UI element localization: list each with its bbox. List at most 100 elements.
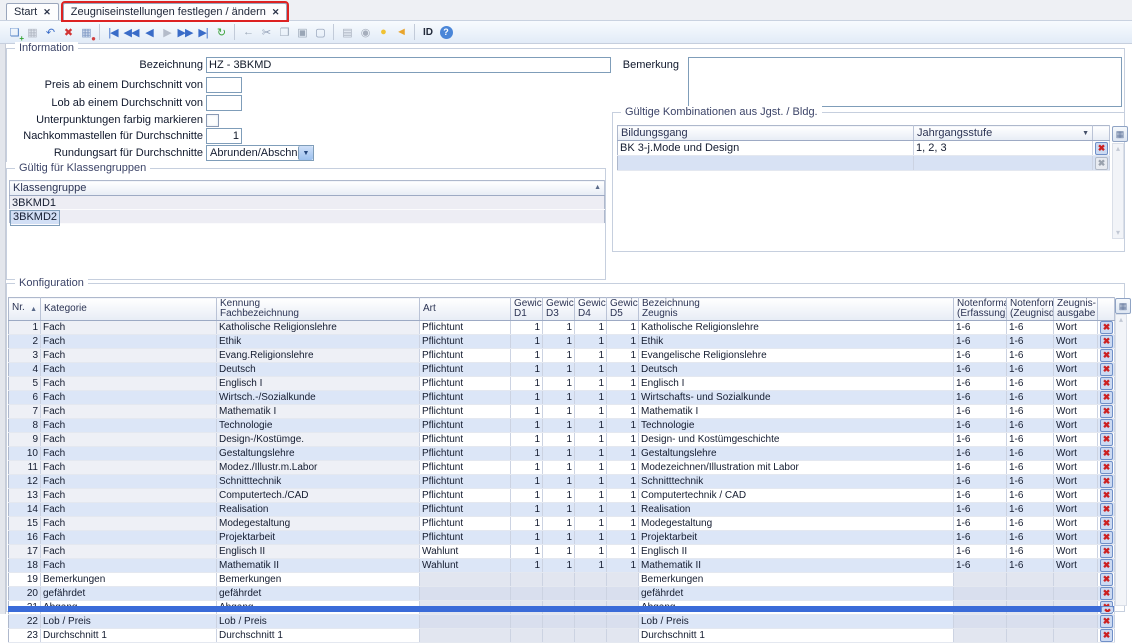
konfig-column-header[interactable]: Kategorie bbox=[41, 298, 217, 321]
fast-prev-icon[interactable]: ◀◀ bbox=[123, 24, 139, 41]
delete-row-button[interactable]: ✖ bbox=[1100, 587, 1113, 600]
delete-row-button[interactable]: ✖ bbox=[1100, 433, 1113, 446]
konfig-column-header[interactable]: Gewicht D5 bbox=[607, 298, 639, 321]
konfig-column-header[interactable]: Gewicht D1 bbox=[511, 298, 543, 321]
back-arrow-icon[interactable]: ← bbox=[240, 24, 256, 41]
kombination-row[interactable]: ✖ bbox=[618, 156, 1110, 171]
konfig-column-header[interactable]: Art bbox=[420, 298, 511, 321]
konfig-row[interactable]: 15FachModegestaltungPflichtunt1111Modege… bbox=[9, 517, 1115, 531]
konfig-row[interactable]: 18FachMathematik IIWahlunt1111Mathematik… bbox=[9, 559, 1115, 573]
konfig-row[interactable]: 22Lob / PreisLob / PreisLob / Preis✖ bbox=[9, 615, 1115, 629]
konfig-row[interactable]: 14FachRealisationPflichtunt1111Realisati… bbox=[9, 503, 1115, 517]
konfig-row[interactable]: 7FachMathematik IPflichtunt1111Mathemati… bbox=[9, 405, 1115, 419]
delete-row-button[interactable]: ✖ bbox=[1095, 142, 1108, 155]
konfig-row[interactable]: 6FachWirtsch.-/SozialkundePflichtunt1111… bbox=[9, 391, 1115, 405]
konfiguration-scrollbar[interactable]: ▴ bbox=[1115, 314, 1127, 606]
bezeichnung-input[interactable] bbox=[206, 57, 611, 73]
konfig-column-header[interactable]: Bezeichnung Zeugnis bbox=[639, 298, 954, 321]
filter-dropdown-icon[interactable]: ▼ bbox=[1082, 130, 1089, 137]
undo-icon[interactable]: ↶ bbox=[42, 24, 58, 41]
column-header-bildungsgang[interactable]: Bildungsgang bbox=[618, 126, 914, 141]
konfig-row[interactable]: 5FachEnglisch IPflichtunt1111Englisch I1… bbox=[9, 377, 1115, 391]
column-header-jahrgangsstufe[interactable]: ▼Jahrgangsstufe bbox=[914, 126, 1093, 141]
first-record-icon[interactable]: |◀ bbox=[105, 24, 121, 41]
paste-icon[interactable]: ▣ bbox=[294, 24, 310, 41]
klassengruppe-row[interactable]: 3BKMD2 bbox=[10, 210, 60, 226]
konfig-row[interactable]: 19BemerkungenBemerkungenBemerkungen✖ bbox=[9, 573, 1115, 587]
delete-row-button[interactable]: ✖ bbox=[1100, 391, 1113, 404]
scroll-up-icon[interactable]: ▴ bbox=[1113, 144, 1123, 154]
konfig-column-header[interactable]: Kennung Fachbezeichnung bbox=[217, 298, 420, 321]
delete-row-button[interactable]: ✖ bbox=[1100, 517, 1113, 530]
konfig-row[interactable]: 9FachDesign-/Kostümge.Pflichtunt1111Desi… bbox=[9, 433, 1115, 447]
konfig-row[interactable]: 12FachSchnitttechnikPflichtunt1111Schnit… bbox=[9, 475, 1115, 489]
nachkommastellen-input[interactable] bbox=[206, 128, 242, 144]
delete-row-button[interactable]: ✖ bbox=[1100, 335, 1113, 348]
konfig-column-header[interactable]: ▲Nr. bbox=[9, 298, 41, 321]
print-icon[interactable]: ▤ bbox=[339, 24, 355, 41]
konfig-row[interactable]: 10FachGestaltungslehrePflichtunt1111Gest… bbox=[9, 447, 1115, 461]
konfig-row[interactable]: 13FachComputertech./CADPflichtunt1111Com… bbox=[9, 489, 1115, 503]
new-record-icon[interactable]: ❏+ bbox=[6, 24, 22, 41]
last-record-icon[interactable]: ▶| bbox=[195, 24, 211, 41]
edit-record-icon[interactable]: ▦● bbox=[78, 24, 94, 41]
copy-icon[interactable]: ❐ bbox=[276, 24, 292, 41]
lob-input[interactable] bbox=[206, 95, 242, 111]
delete-row-button[interactable]: ✖ bbox=[1100, 531, 1113, 544]
fast-next-icon[interactable]: ▶▶ bbox=[177, 24, 193, 41]
column-chooser-button[interactable]: ▦ bbox=[1115, 298, 1131, 314]
tab-start-close-icon[interactable]: ✕ bbox=[43, 7, 51, 18]
delete-row-button[interactable]: ✖ bbox=[1100, 615, 1113, 628]
delete-row-button[interactable]: ✖ bbox=[1100, 461, 1113, 474]
konfig-row[interactable]: 2FachEthikPflichtunt1111Ethik1-61-6Wort✖ bbox=[9, 335, 1115, 349]
bemerkung-textarea[interactable] bbox=[688, 57, 1122, 107]
preis-input[interactable] bbox=[206, 77, 242, 93]
scroll-up-icon[interactable]: ▴ bbox=[1116, 315, 1126, 325]
klassengruppe-row[interactable]: 3BKMD3 bbox=[10, 210, 605, 224]
scroll-down-icon[interactable]: ▾ bbox=[1113, 228, 1123, 238]
delete-row-button[interactable]: ✖ bbox=[1101, 606, 1114, 612]
help-icon[interactable]: ? bbox=[438, 24, 454, 41]
delete-row-button[interactable]: ✖ bbox=[1095, 157, 1108, 170]
konfig-column-header[interactable]: Notenformat (Erfassung) bbox=[954, 298, 1007, 321]
delete-row-button[interactable]: ✖ bbox=[1100, 419, 1113, 432]
tab-zeugniseinstellungen-close-icon[interactable]: ✕ bbox=[272, 7, 280, 18]
konfig-row[interactable]: 16FachProjektarbeitPflichtunt1111Projekt… bbox=[9, 531, 1115, 545]
konfig-column-header[interactable]: Notenformat (Zeugnisdruck) bbox=[1007, 298, 1054, 321]
selected-empty-row[interactable]: ✖ bbox=[8, 606, 1114, 612]
notify-icon[interactable]: ◄ bbox=[393, 24, 409, 41]
prev-record-icon[interactable]: ◀ bbox=[141, 24, 157, 41]
konfig-column-header[interactable]: Zeugnis- ausgabe bbox=[1054, 298, 1098, 321]
delete-row-button[interactable]: ✖ bbox=[1100, 475, 1113, 488]
konfig-row[interactable]: 4FachDeutschPflichtunt1111Deutsch1-61-6W… bbox=[9, 363, 1115, 377]
hint-icon[interactable]: ● bbox=[375, 24, 391, 41]
next-record-icon[interactable]: ▶ bbox=[159, 24, 175, 41]
konfig-row[interactable]: 11FachModez./Illustr.m.LaborPflichtunt11… bbox=[9, 461, 1115, 475]
konfig-row[interactable]: 3FachEvang.ReligionslehrePflichtunt1111E… bbox=[9, 349, 1115, 363]
save-icon[interactable]: ▦ bbox=[24, 24, 40, 41]
konfig-row[interactable]: 23Durchschnitt 1Durchschnitt 1Durchschni… bbox=[9, 629, 1115, 643]
rundungsart-select[interactable]: Abrunden/Abschneiden ▼ bbox=[206, 145, 314, 161]
delete-row-button[interactable]: ✖ bbox=[1100, 447, 1113, 460]
konfig-column-header[interactable]: Gewicht D4 bbox=[575, 298, 607, 321]
konfig-column-header[interactable]: Gewicht D3 bbox=[543, 298, 575, 321]
delete-row-button[interactable]: ✖ bbox=[1100, 573, 1113, 586]
id-icon[interactable]: ID bbox=[420, 24, 436, 41]
tab-zeugniseinstellungen[interactable]: Zeugniseinstellungen festlegen / ändern … bbox=[63, 3, 288, 20]
konfig-row[interactable]: 17FachEnglisch IIWahlunt1111Englisch II1… bbox=[9, 545, 1115, 559]
column-chooser-button[interactable]: ▦ bbox=[1112, 126, 1128, 142]
column-header-klassengruppe[interactable]: ▲Klassengruppe bbox=[10, 181, 605, 196]
chevron-down-icon[interactable]: ▼ bbox=[298, 146, 313, 160]
delete-row-button[interactable]: ✖ bbox=[1100, 377, 1113, 390]
delete-row-button[interactable]: ✖ bbox=[1100, 629, 1113, 642]
delete-row-button[interactable]: ✖ bbox=[1100, 503, 1113, 516]
export-icon[interactable]: ◉ bbox=[357, 24, 373, 41]
delete-row-button[interactable]: ✖ bbox=[1100, 349, 1113, 362]
unterpunktungen-checkbox[interactable] bbox=[206, 114, 219, 127]
delete-icon[interactable]: ✖ bbox=[60, 24, 76, 41]
konfig-row[interactable]: 8FachTechnologiePflichtunt1111Technologi… bbox=[9, 419, 1115, 433]
konfig-row[interactable]: 20gefährdetgefährdetgefährdet✖ bbox=[9, 587, 1115, 601]
select-icon[interactable]: ▢ bbox=[312, 24, 328, 41]
delete-row-button[interactable]: ✖ bbox=[1100, 321, 1113, 334]
kombination-row[interactable]: BK 3-j.Mode und Design1, 2, 3✖ bbox=[618, 141, 1110, 156]
